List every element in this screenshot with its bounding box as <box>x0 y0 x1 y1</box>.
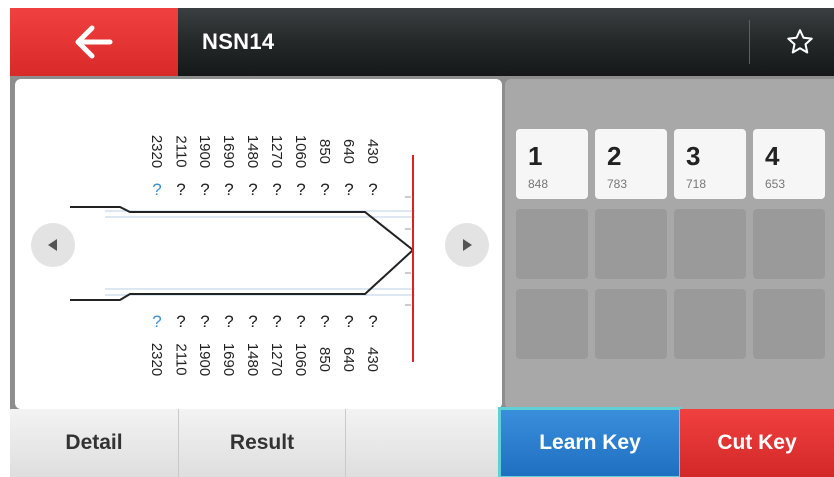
cut-position-number: 4 <box>765 141 780 171</box>
cut-unknown-marker[interactable]: ? <box>361 312 385 332</box>
cut-value: 653 <box>765 177 786 191</box>
depth-label: 1270 <box>268 342 286 376</box>
cut-unknown-marker[interactable]: ? <box>145 180 169 200</box>
triangle-left-icon <box>48 239 57 251</box>
depth-label: 2110 <box>172 134 190 168</box>
depth-label: 1900 <box>196 342 214 376</box>
cut-unknown-marker[interactable]: ? <box>361 180 385 200</box>
depth-label: 2320 <box>148 134 166 168</box>
depth-label: 1900 <box>196 134 214 168</box>
cut-unknown-marker[interactable]: ? <box>241 180 265 200</box>
title-divider <box>749 20 750 64</box>
cut-unknown-marker[interactable]: ? <box>265 312 289 332</box>
cut-cell-4[interactable]: 4 653 <box>753 129 825 199</box>
depth-label: 850 <box>316 138 334 164</box>
depth-label: 1060 <box>292 342 310 376</box>
star-outline-icon <box>787 29 813 54</box>
back-button[interactable] <box>10 8 178 76</box>
cut-unknown-marker[interactable]: ? <box>265 180 289 200</box>
empty-cut-cell <box>753 209 825 279</box>
empty-cut-cell <box>595 289 667 359</box>
title-bar: NSN14 <box>178 8 834 76</box>
arrow-left-icon <box>75 25 113 59</box>
empty-cut-cell <box>595 209 667 279</box>
depth-label: 850 <box>316 346 334 372</box>
depth-label: 430 <box>364 138 382 164</box>
depth-label: 1060 <box>292 134 310 168</box>
cut-value: 783 <box>607 177 628 191</box>
cut-unknown-marker[interactable]: ? <box>193 180 217 200</box>
empty-cut-cell <box>516 289 588 359</box>
cut-unknown-marker[interactable]: ? <box>217 180 241 200</box>
cut-unknown-marker[interactable]: ? <box>313 312 337 332</box>
depth-label: 640 <box>340 346 358 372</box>
result-button[interactable]: Result <box>179 409 346 477</box>
cut-unknown-marker[interactable]: ? <box>289 312 313 332</box>
cut-unknown-marker[interactable]: ? <box>337 180 361 200</box>
empty-cut-cell <box>674 209 746 279</box>
depth-label: 1480 <box>244 342 262 376</box>
depth-label: 1270 <box>268 134 286 168</box>
cut-unknown-marker[interactable]: ? <box>217 312 241 332</box>
cut-unknown-marker[interactable]: ? <box>313 180 337 200</box>
empty-cut-cell <box>674 289 746 359</box>
depth-label: 640 <box>340 138 358 164</box>
toolbar-spacer <box>346 409 500 477</box>
cut-position-number: 1 <box>528 141 543 171</box>
top-bar: NSN14 <box>10 8 834 76</box>
cut-value: 848 <box>528 177 549 191</box>
learn-key-button[interactable]: Learn Key <box>498 407 682 477</box>
empty-cut-cell <box>516 209 588 279</box>
empty-cut-cell <box>753 289 825 359</box>
cut-cell-2[interactable]: 2 783 <box>595 129 667 199</box>
cut-unknown-marker[interactable]: ? <box>169 312 193 332</box>
cut-position-number: 3 <box>686 141 701 171</box>
favorite-button[interactable] <box>780 22 820 62</box>
depth-label: 1690 <box>220 342 238 376</box>
cut-unknown-marker[interactable]: ? <box>193 312 217 332</box>
cut-cell-3[interactable]: 3 718 <box>674 129 746 199</box>
cut-unknown-marker[interactable]: ? <box>145 312 169 332</box>
next-button[interactable] <box>445 223 489 267</box>
app-screen: NSN14 2320 2110 1900 1690 1480 1270 1060… <box>0 0 834 477</box>
cut-key-button[interactable]: Cut Key <box>680 409 834 477</box>
page-title: NSN14 <box>202 29 275 54</box>
depth-label: 2110 <box>172 342 190 376</box>
cut-unknown-marker[interactable]: ? <box>241 312 265 332</box>
main-area: 2320 2110 1900 1690 1480 1270 1060 850 6… <box>10 76 834 409</box>
depth-label: 2320 <box>148 342 166 376</box>
cut-unknown-marker[interactable]: ? <box>289 180 313 200</box>
depth-label: 430 <box>364 346 382 372</box>
cut-cell-1[interactable]: 1 848 <box>516 129 588 199</box>
depth-label: 1480 <box>244 134 262 168</box>
key-profile-panel: 2320 2110 1900 1690 1480 1270 1060 850 6… <box>15 79 502 409</box>
bottom-toolbar: Detail Result Learn Key Cut Key <box>10 407 834 477</box>
depth-label: 1690 <box>220 134 238 168</box>
triangle-right-icon <box>463 239 472 251</box>
previous-button[interactable] <box>31 223 75 267</box>
cut-unknown-marker[interactable]: ? <box>169 180 193 200</box>
cut-value: 718 <box>686 177 707 191</box>
cut-unknown-marker[interactable]: ? <box>337 312 361 332</box>
cut-position-grid: 1 848 2 783 3 718 4 653 <box>505 79 834 409</box>
cut-position-number: 2 <box>607 141 622 171</box>
detail-button[interactable]: Detail <box>10 409 179 477</box>
